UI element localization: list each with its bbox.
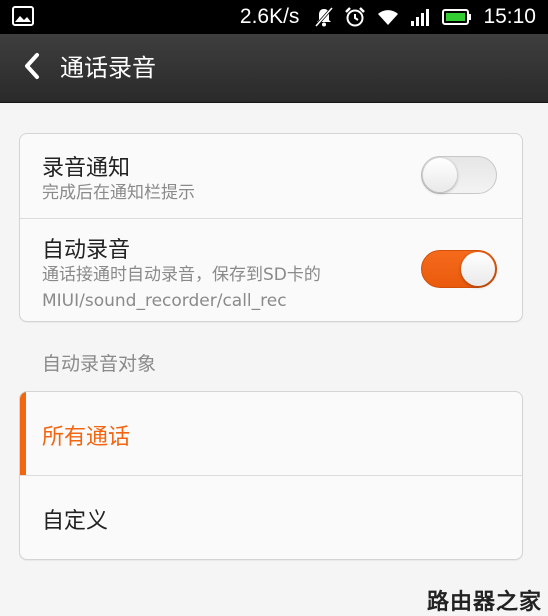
- back-button[interactable]: [12, 48, 52, 88]
- title-bar: 通话录音: [0, 34, 548, 103]
- auto-record-subtitle-line2: MIUI/sound_recorder/call_rec: [42, 291, 287, 311]
- battery-icon: [442, 8, 472, 26]
- alarm-icon: [344, 6, 366, 28]
- auto-record-row[interactable]: 自动录音 通话接通时自动录音，保存到SD卡的 MIUI/sound_record…: [20, 219, 522, 321]
- option-custom[interactable]: 自定义: [20, 476, 522, 559]
- option-all-calls[interactable]: 所有通话: [20, 392, 522, 475]
- toggle-knob: [461, 252, 495, 286]
- chevron-left-icon: [22, 51, 42, 85]
- target-options-card: 所有通话 自定义: [19, 391, 523, 560]
- status-bar: 2.6K/s 15:10: [0, 0, 548, 34]
- wifi-icon: [376, 7, 400, 27]
- settings-card: 录音通知 完成后在通知栏提示 自动录音 通话接通时自动录音，保存到SD卡的 MI…: [19, 133, 523, 322]
- auto-record-subtitle-line1: 通话接通时自动录音，保存到SD卡的: [42, 265, 321, 285]
- signal-icon: [410, 7, 432, 27]
- auto-record-toggle[interactable]: [421, 250, 497, 288]
- record-notify-subtitle: 完成后在通知栏提示: [42, 183, 195, 203]
- net-speed: 2.6K/s: [239, 5, 300, 28]
- record-notify-toggle[interactable]: [421, 156, 497, 194]
- section-header: 自动录音对象: [42, 353, 157, 375]
- option-label: 所有通话: [42, 425, 131, 450]
- gallery-icon: [12, 6, 34, 26]
- selected-indicator: [20, 392, 26, 475]
- clock: 15:10: [483, 5, 536, 28]
- toggle-knob: [423, 158, 457, 192]
- watermark: 路由器之家: [426, 590, 542, 615]
- record-notify-title: 录音通知: [42, 156, 131, 181]
- auto-record-title: 自动录音: [42, 238, 131, 263]
- record-notify-row[interactable]: 录音通知 完成后在通知栏提示: [20, 134, 522, 218]
- page-title: 通话录音: [60, 54, 156, 82]
- option-label: 自定义: [42, 509, 109, 534]
- mute-icon: [314, 6, 334, 28]
